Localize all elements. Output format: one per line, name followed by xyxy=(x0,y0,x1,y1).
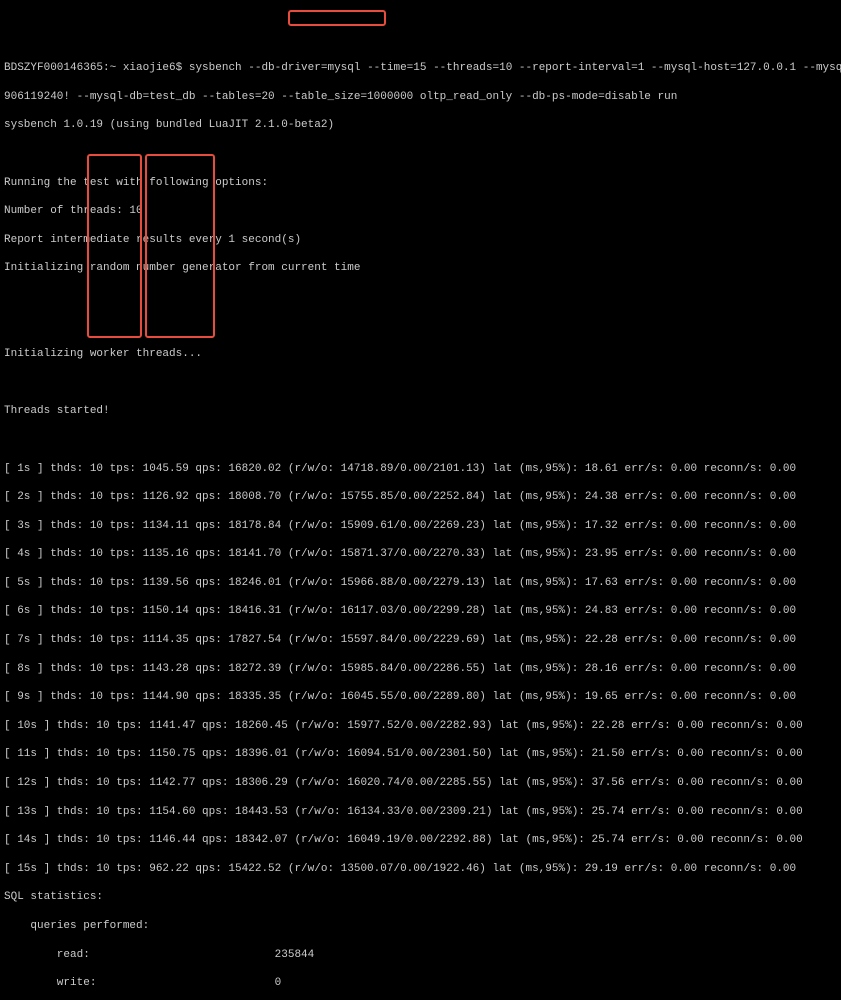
interval-row: [ 13s ] thds: 10 tps: 1154.60 qps: 18443… xyxy=(4,805,837,819)
opt-threads: Number of threads: 10 xyxy=(4,204,837,218)
queries-performed-header: queries performed: xyxy=(4,919,837,933)
interval-row: [ 10s ] thds: 10 tps: 1141.47 qps: 18260… xyxy=(4,719,837,733)
annotation-box-oltp-read-only xyxy=(288,10,386,26)
cmd-part-1: sysbench --db-driver=mysql --time=15 --t… xyxy=(189,62,841,74)
threads-started: Threads started! xyxy=(4,404,837,418)
opt-init: Initializing random number generator fro… xyxy=(4,261,837,275)
interval-row: [ 14s ] thds: 10 tps: 1146.44 qps: 18342… xyxy=(4,833,837,847)
cmd-continuation: 906119240! --mysql-db=test_db --tables=2… xyxy=(4,90,837,104)
sysbench-version: sysbench 1.0.19 (using bundled LuaJIT 2.… xyxy=(4,118,837,132)
interval-row: [ 3s ] thds: 10 tps: 1134.11 qps: 18178.… xyxy=(4,519,837,533)
opt-report: Report intermediate results every 1 seco… xyxy=(4,233,837,247)
interval-row: [ 1s ] thds: 10 tps: 1045.59 qps: 16820.… xyxy=(4,462,837,476)
interval-row: [ 12s ] thds: 10 tps: 1142.77 qps: 18306… xyxy=(4,776,837,790)
interval-row: [ 4s ] thds: 10 tps: 1135.16 qps: 18141.… xyxy=(4,547,837,561)
init-workers: Initializing worker threads... xyxy=(4,347,837,361)
terminal-prompt-line[interactable]: BDSZYF000146365:~ xiaojie6$ sysbench --d… xyxy=(4,61,837,75)
interval-row: [ 6s ] thds: 10 tps: 1150.14 qps: 18416.… xyxy=(4,604,837,618)
blank-line xyxy=(4,433,837,447)
options-header: Running the test with following options: xyxy=(4,176,837,190)
blank-line xyxy=(4,319,837,333)
blank-line xyxy=(4,290,837,304)
interval-row: [ 15s ] thds: 10 tps: 962.22 qps: 15422.… xyxy=(4,862,837,876)
interval-row: [ 8s ] thds: 10 tps: 1143.28 qps: 18272.… xyxy=(4,662,837,676)
interval-row: [ 11s ] thds: 10 tps: 1150.75 qps: 18396… xyxy=(4,747,837,761)
interval-row: [ 5s ] thds: 10 tps: 1139.56 qps: 18246.… xyxy=(4,576,837,590)
blank-line xyxy=(4,376,837,390)
blank-line xyxy=(4,147,837,161)
interval-row: [ 9s ] thds: 10 tps: 1144.90 qps: 18335.… xyxy=(4,690,837,704)
interval-row: [ 2s ] thds: 10 tps: 1126.92 qps: 18008.… xyxy=(4,490,837,504)
shell-prompt: BDSZYF000146365:~ xiaojie6$ xyxy=(4,62,182,74)
sql-stats-header: SQL statistics: xyxy=(4,890,837,904)
interval-row: [ 7s ] thds: 10 tps: 1114.35 qps: 17827.… xyxy=(4,633,837,647)
stat-write: write: 0 xyxy=(4,976,837,990)
stat-read: read: 235844 xyxy=(4,948,837,962)
